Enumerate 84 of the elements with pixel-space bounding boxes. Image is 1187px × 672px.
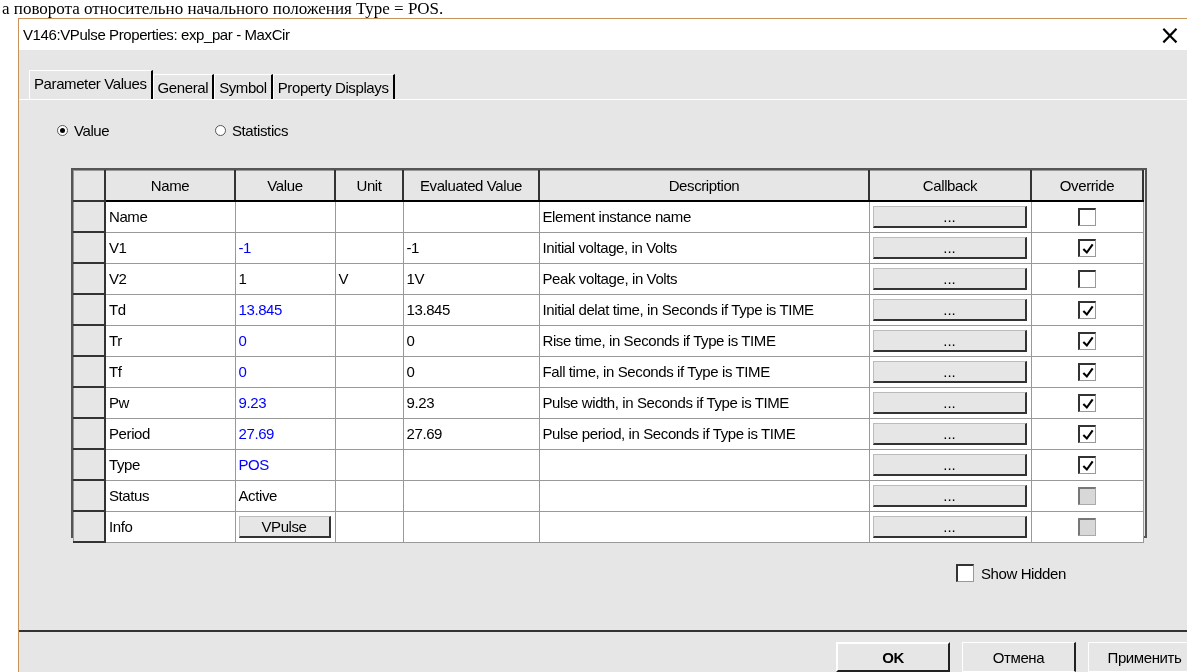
callback-button[interactable]: ... [873, 205, 1027, 228]
column-header: Override [1031, 170, 1143, 201]
table-cell [335, 480, 403, 511]
table-cell: 9.23 [235, 387, 335, 418]
table-cell: 1V [403, 263, 539, 294]
override-checkbox[interactable] [1078, 270, 1096, 288]
table-cell: Pulse width, in Seconds if Type is TIME [539, 387, 869, 418]
table-cell [335, 418, 403, 449]
table-cell: 0 [403, 356, 539, 387]
table-cell [335, 294, 403, 325]
tab[interactable]: Property Displays [272, 74, 395, 99]
table-cell: 9.23 [403, 387, 539, 418]
checkbox-label: Show Hidden [981, 564, 1066, 582]
table-cell: 1 [235, 263, 335, 294]
radio-button[interactable]: Value [57, 118, 147, 142]
window-title: V146:VPulse Properties: exp_par - MaxCir [23, 26, 290, 43]
table-cell: 0 [235, 356, 335, 387]
show-hidden-checkbox[interactable] [956, 564, 974, 582]
tab[interactable]: Symbol [214, 74, 273, 99]
close-button[interactable]: × [1155, 21, 1185, 48]
callback-button[interactable]: ... [873, 298, 1027, 321]
table-cell: Type [105, 449, 235, 480]
table-cell [335, 449, 403, 480]
table-cell: 0 [403, 325, 539, 356]
radio-button[interactable]: Statistics [215, 118, 305, 142]
table-cell: Tr [105, 325, 235, 356]
override-checkbox[interactable] [1078, 394, 1096, 412]
table-cell [335, 356, 403, 387]
table-cell [335, 201, 403, 232]
table-cell: Pulse period, in Seconds if Type is TIME [539, 418, 869, 449]
document-text: а поворота относительно начального положения Type = POS. [1, 0, 445, 18]
callback-button[interactable]: ... [873, 360, 1027, 383]
table-cell: Peak voltage, in Volts [539, 263, 869, 294]
table-cell: Tf [105, 356, 235, 387]
table-cell: 0 [235, 325, 335, 356]
table-cell: Initial delat time, in Seconds if Type is TIME [539, 294, 869, 325]
table-cell: Info [105, 511, 235, 542]
override-checkbox[interactable] [1078, 239, 1096, 257]
column-header: Value [235, 170, 335, 201]
callback-button[interactable]: ... [873, 329, 1027, 352]
table-cell: 27.69 [403, 418, 539, 449]
tab[interactable]: General [152, 74, 215, 99]
callback-button[interactable]: ... [873, 453, 1027, 476]
override-checkbox[interactable] [1078, 301, 1096, 319]
table-cell: Initial voltage, in Volts [539, 232, 869, 263]
table-cell: V2 [105, 263, 235, 294]
column-header: Name [105, 170, 235, 201]
column-header: Callback [869, 170, 1031, 201]
column-header: Description [539, 170, 869, 201]
callback-button[interactable]: ... [873, 236, 1027, 259]
callback-button[interactable]: ... [873, 422, 1027, 445]
table-cell: POS [235, 449, 335, 480]
dialog-button[interactable]: Применить [1088, 642, 1187, 672]
override-checkbox[interactable] [1078, 425, 1096, 443]
table-cell: 27.69 [235, 418, 335, 449]
table-cell: -1 [403, 232, 539, 263]
table-cell: Fall time, in Seconds if Type is TIME [539, 356, 869, 387]
table-cell: Period [105, 418, 235, 449]
table-cell: V [335, 263, 403, 294]
tab[interactable]: Parameter Values [29, 70, 153, 99]
table-cell [335, 232, 403, 263]
callback-button[interactable]: ... [873, 267, 1027, 290]
column-header: Unit [335, 170, 403, 201]
table-cell: Status [105, 480, 235, 511]
dialog-button[interactable]: Отмена [962, 642, 1076, 672]
table-cell: Pw [105, 387, 235, 418]
callback-button[interactable]: ... [873, 391, 1027, 414]
override-checkbox[interactable] [1078, 363, 1096, 381]
table-cell: Name [105, 201, 235, 232]
override-checkbox[interactable] [1078, 332, 1096, 350]
table-cell [335, 325, 403, 356]
table-cell: 13.845 [403, 294, 539, 325]
table-cell: Rise time, in Seconds if Type is TIME [539, 325, 869, 356]
override-checkbox[interactable] [1078, 208, 1096, 227]
table-cell: 13.845 [235, 294, 335, 325]
column-header: Evaluated Value [403, 170, 539, 201]
override-checkbox[interactable] [1078, 456, 1096, 474]
table-cell: Element instance name [539, 201, 869, 232]
table-cell: Td [105, 294, 235, 325]
table-cell: Active [235, 480, 335, 511]
table-cell: V1 [105, 232, 235, 263]
dialog-button[interactable]: OK [836, 642, 950, 672]
table-cell [335, 387, 403, 418]
table-cell: -1 [235, 232, 335, 263]
